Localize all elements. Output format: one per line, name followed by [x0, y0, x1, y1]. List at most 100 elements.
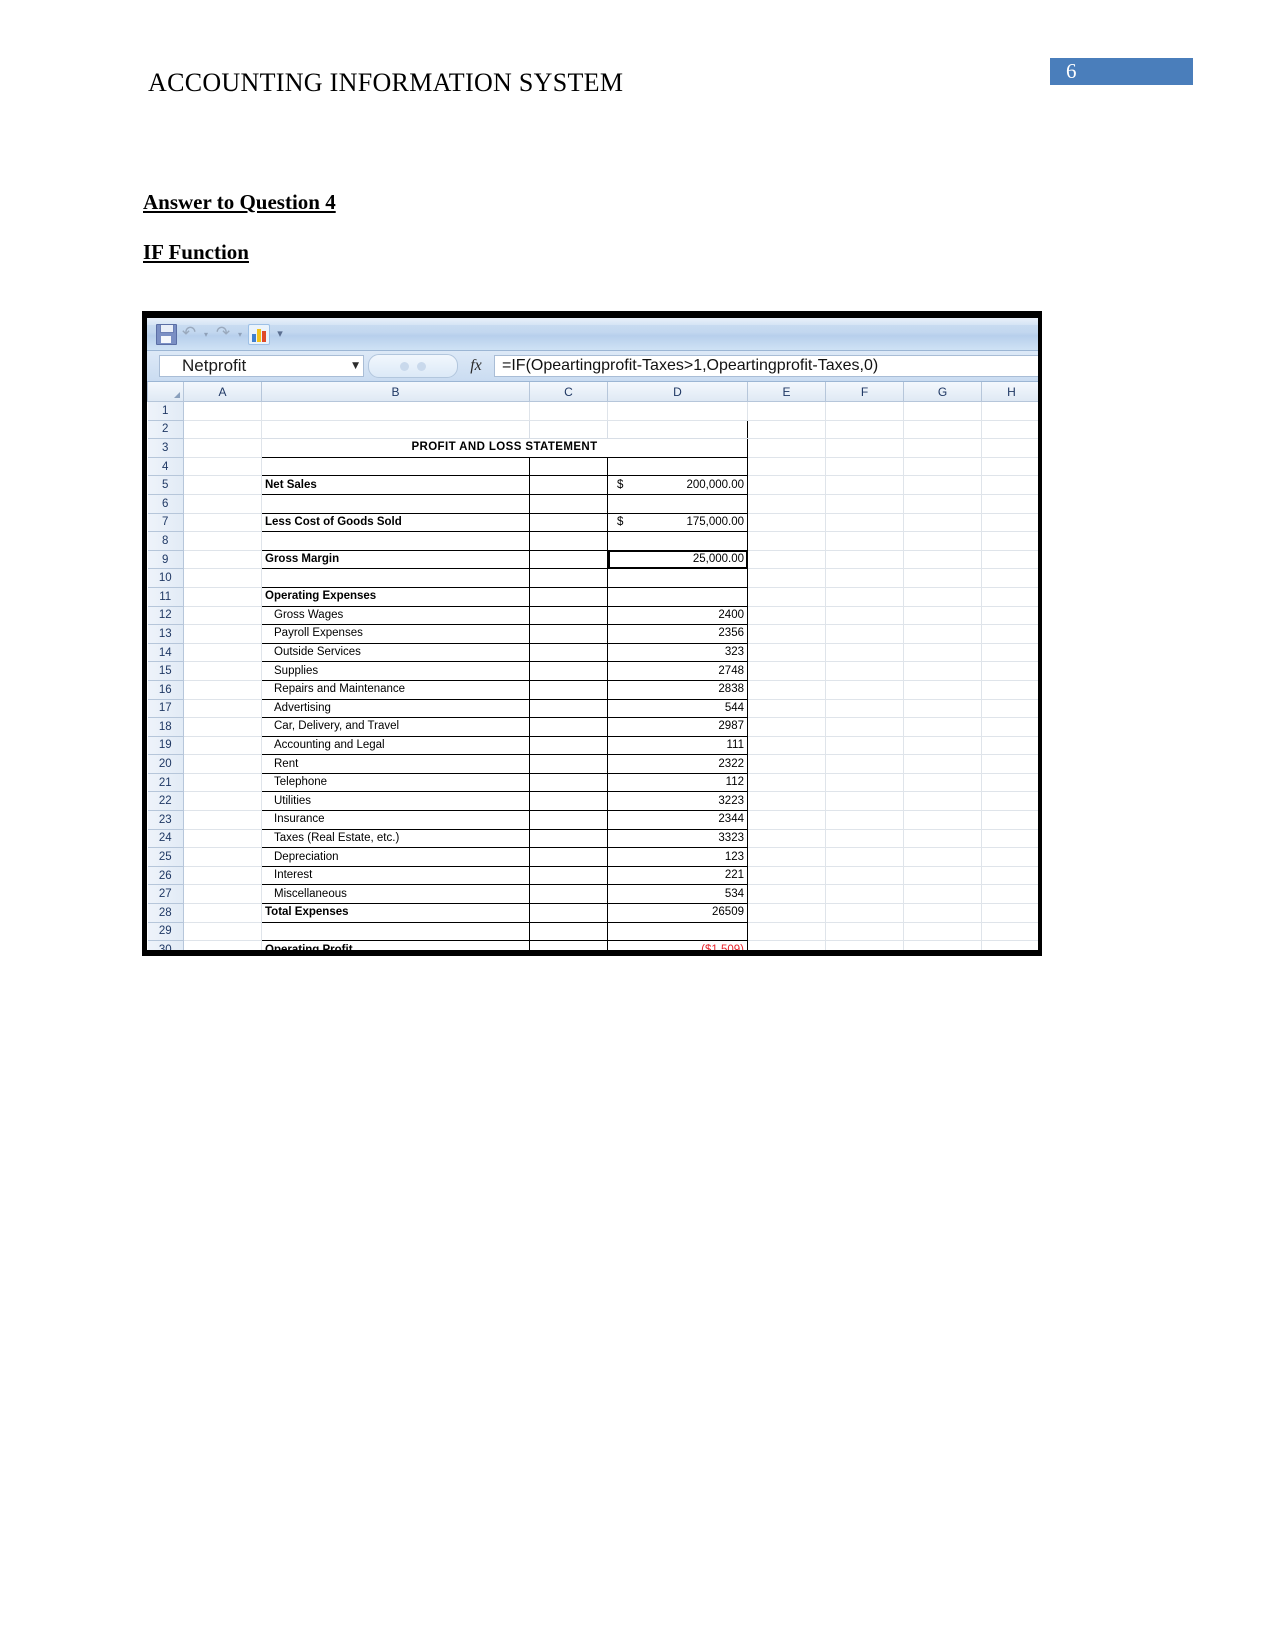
- cell-h14[interactable]: [981, 643, 1038, 663]
- cell-e10[interactable]: [747, 568, 826, 588]
- cell-d21-expense-value[interactable]: 112: [607, 773, 748, 793]
- cell-c6[interactable]: [529, 494, 608, 514]
- cell-b15-expense-label[interactable]: Supplies: [261, 661, 530, 681]
- cell-g9[interactable]: [903, 550, 982, 570]
- cell-d25-expense-value[interactable]: 123: [607, 847, 748, 867]
- cell-d5-net-sales-value[interactable]: $ 200,000.00: [607, 475, 748, 495]
- cell-b11-operating-expenses-label[interactable]: Operating Expenses: [261, 587, 530, 607]
- cell-h10[interactable]: [981, 568, 1038, 588]
- row-header[interactable]: 17: [147, 698, 184, 719]
- cell-a3[interactable]: [183, 438, 262, 458]
- row-header[interactable]: 30: [147, 940, 184, 950]
- cell-a17[interactable]: [183, 699, 262, 719]
- cell-h9[interactable]: [981, 550, 1038, 570]
- cell-g14[interactable]: [903, 643, 982, 663]
- cell-h29[interactable]: [981, 922, 1038, 942]
- cell-e21[interactable]: [747, 773, 826, 793]
- cell-f10[interactable]: [825, 568, 904, 588]
- cell-h7[interactable]: [981, 513, 1038, 533]
- cell-a9[interactable]: [183, 550, 262, 570]
- row-header[interactable]: 19: [147, 735, 184, 756]
- cell-f8[interactable]: [825, 531, 904, 551]
- row-header[interactable]: 24: [147, 828, 184, 849]
- cell-a7[interactable]: [183, 513, 262, 533]
- cell-e26[interactable]: [747, 866, 826, 886]
- cell-g6[interactable]: [903, 494, 982, 514]
- cell-e29[interactable]: [747, 922, 826, 942]
- row-header[interactable]: 21: [147, 772, 184, 793]
- cell-e1[interactable]: [747, 401, 826, 421]
- cell-c12[interactable]: [529, 606, 608, 626]
- cell-c7[interactable]: [529, 513, 608, 533]
- undo-button[interactable]: ↶: [180, 325, 198, 343]
- cell-g13[interactable]: [903, 624, 982, 644]
- cell-f17[interactable]: [825, 699, 904, 719]
- cell-c19[interactable]: [529, 736, 608, 756]
- cell-g7[interactable]: [903, 513, 982, 533]
- cell-c18[interactable]: [529, 717, 608, 737]
- cell-g22[interactable]: [903, 791, 982, 812]
- cell-f7[interactable]: [825, 513, 904, 533]
- cell-e19[interactable]: [747, 736, 826, 756]
- cell-e7[interactable]: [747, 513, 826, 533]
- row-header[interactable]: 11: [147, 586, 184, 607]
- cell-a26[interactable]: [183, 866, 262, 886]
- cell-b22-expense-label[interactable]: Utilities: [261, 791, 530, 812]
- cell-b4[interactable]: [261, 457, 530, 477]
- undo-dropdown[interactable]: ▾: [201, 326, 211, 342]
- cell-a24[interactable]: [183, 829, 262, 849]
- cell-f19[interactable]: [825, 736, 904, 756]
- cell-f23[interactable]: [825, 810, 904, 830]
- cell-e2[interactable]: [747, 420, 826, 440]
- formula-bar-buttons[interactable]: [368, 354, 458, 378]
- cell-a14[interactable]: [183, 643, 262, 663]
- cell-c30[interactable]: [529, 940, 608, 950]
- cell-b25-expense-label[interactable]: Depreciation: [261, 847, 530, 867]
- cell-d24-expense-value[interactable]: 3323: [607, 829, 748, 849]
- cell-a19[interactable]: [183, 736, 262, 756]
- cell-h26[interactable]: [981, 866, 1038, 886]
- cell-e24[interactable]: [747, 829, 826, 849]
- cell-f18[interactable]: [825, 717, 904, 737]
- cell-h4[interactable]: [981, 457, 1038, 477]
- cell-b21-expense-label[interactable]: Telephone: [261, 773, 530, 793]
- cell-h3[interactable]: [981, 438, 1038, 458]
- cell-d8[interactable]: [607, 531, 748, 551]
- cell-f27[interactable]: [825, 884, 904, 905]
- cell-c13[interactable]: [529, 624, 608, 644]
- cell-c25[interactable]: [529, 847, 608, 867]
- cell-f26[interactable]: [825, 866, 904, 886]
- cell-a4[interactable]: [183, 457, 262, 477]
- row-header[interactable]: 22: [147, 791, 184, 812]
- cell-h30[interactable]: [981, 940, 1038, 950]
- cell-e27[interactable]: [747, 884, 826, 905]
- cell-f29[interactable]: [825, 922, 904, 942]
- cell-f16[interactable]: [825, 680, 904, 700]
- cell-e15[interactable]: [747, 661, 826, 681]
- column-header-d[interactable]: D: [607, 382, 748, 402]
- cell-c26[interactable]: [529, 866, 608, 886]
- cell-d9-gross-margin-value[interactable]: 25,000.00: [607, 550, 748, 570]
- column-header-b[interactable]: B: [261, 382, 530, 402]
- cell-f9[interactable]: [825, 550, 904, 570]
- cell-g2[interactable]: [903, 420, 982, 440]
- cell-b19-expense-label[interactable]: Accounting and Legal: [261, 736, 530, 756]
- cell-g27[interactable]: [903, 884, 982, 905]
- cell-d23-expense-value[interactable]: 2344: [607, 810, 748, 830]
- cell-b24-expense-label[interactable]: Taxes (Real Estate, etc.): [261, 829, 530, 849]
- cell-f12[interactable]: [825, 606, 904, 626]
- column-header-c[interactable]: C: [529, 382, 608, 402]
- cell-g11[interactable]: [903, 587, 982, 607]
- cell-e14[interactable]: [747, 643, 826, 663]
- row-header[interactable]: 28: [147, 903, 184, 923]
- cell-g10[interactable]: [903, 568, 982, 588]
- cell-b26-expense-label[interactable]: Interest: [261, 866, 530, 886]
- cell-g4[interactable]: [903, 457, 982, 477]
- cell-g24[interactable]: [903, 829, 982, 849]
- cell-e28[interactable]: [747, 903, 826, 923]
- row-header[interactable]: 9: [147, 549, 184, 570]
- cell-e23[interactable]: [747, 810, 826, 830]
- cell-b13-expense-label[interactable]: Payroll Expenses: [261, 624, 530, 644]
- cell-a29[interactable]: [183, 922, 262, 942]
- cell-b18-expense-label[interactable]: Car, Delivery, and Travel: [261, 717, 530, 737]
